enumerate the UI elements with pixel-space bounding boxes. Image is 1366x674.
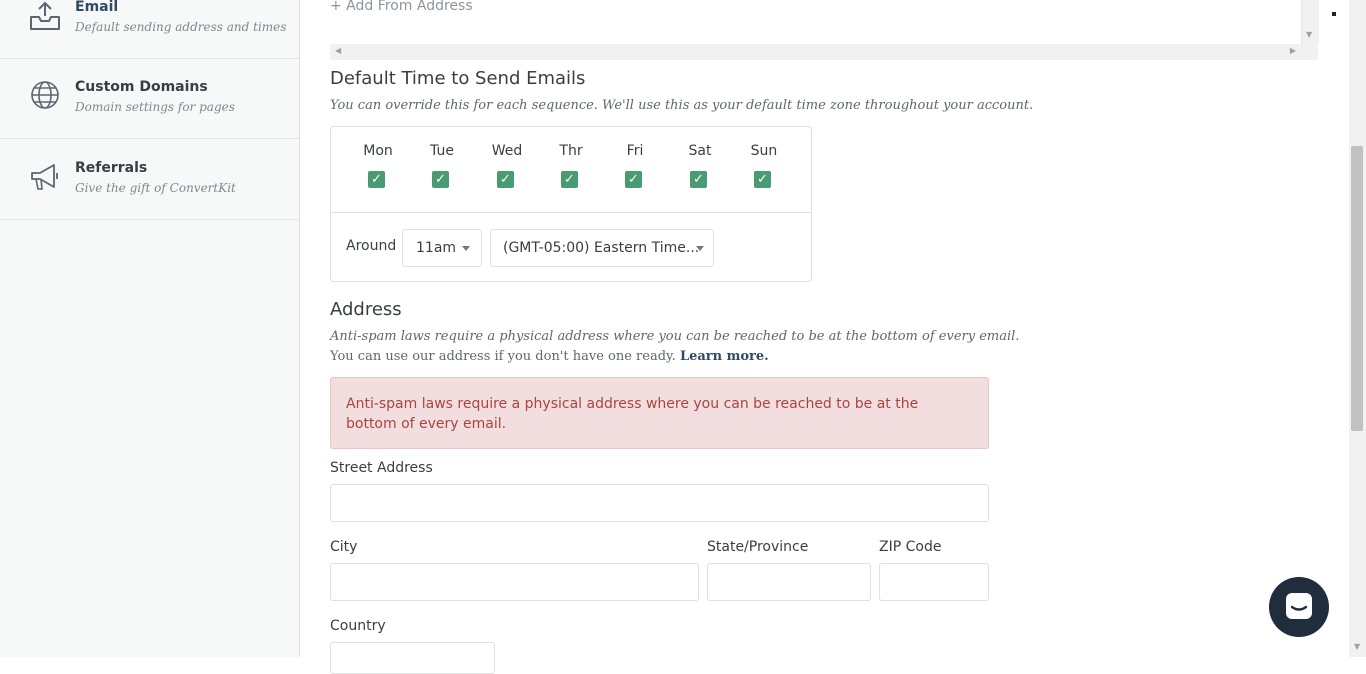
scroll-down-arrow-icon[interactable]: ▼	[1306, 30, 1312, 39]
page-scrollbar[interactable]: ▼	[1349, 0, 1366, 657]
sidebar-item-email[interactable]: Email Default sending address and times	[0, 0, 299, 59]
megaphone-icon	[31, 164, 58, 190]
send-time-note-text: You can override this for each sequence.…	[330, 98, 1034, 113]
learn-more-link[interactable]: Learn more.	[680, 349, 769, 364]
day-label-thr: Thr	[559, 143, 583, 159]
sidebar-item-label: Custom Domains	[75, 79, 208, 95]
add-from-address-link[interactable]: + Add From Address	[330, 0, 473, 14]
around-label: Around	[346, 238, 397, 254]
checkbox-mon[interactable]: ✓	[368, 171, 385, 188]
divider	[331, 212, 811, 213]
send-time-heading: Default Time to Send Emails	[330, 68, 586, 89]
day-label-mon: Mon	[363, 143, 393, 159]
scroll-down-arrow-icon[interactable]: ▼	[1354, 642, 1360, 651]
address-alert-text: Anti-spam laws require a physical addres…	[346, 396, 919, 432]
street-address-input[interactable]	[330, 484, 989, 522]
timezone-select-value: (GMT-05:00) Eastern Time...	[503, 240, 700, 256]
address-note-text-2: You can use our address if you don't hav…	[330, 349, 676, 364]
checkbox-sat[interactable]: ✓	[690, 171, 707, 188]
day-label-tue: Tue	[430, 143, 454, 159]
send-time-note: You can override this for each sequence.…	[330, 98, 1033, 113]
checkbox-thr[interactable]: ✓	[561, 171, 578, 188]
sidebar-item-subtitle: Default sending address and times	[75, 20, 287, 34]
day-label-sat: Sat	[688, 143, 712, 159]
day-label-wed: Wed	[491, 143, 523, 159]
address-note-line1: Anti-spam laws require a physical addres…	[330, 329, 1019, 344]
day-label-sun: Sun	[750, 143, 778, 159]
sidebar-item-subtitle: Give the gift of ConvertKit	[75, 181, 236, 195]
chat-icon	[1286, 593, 1312, 619]
checkbox-tue[interactable]: ✓	[432, 171, 449, 188]
zip-input[interactable]	[879, 563, 989, 601]
checkbox-wed[interactable]: ✓	[497, 171, 514, 188]
scroll-left-arrow-icon[interactable]: ◀	[335, 46, 341, 55]
settings-sidebar: Email Default sending address and times …	[0, 0, 300, 657]
checkbox-sun[interactable]: ✓	[754, 171, 771, 188]
street-address-label: Street Address	[330, 460, 433, 476]
address-note-text: Anti-spam laws require a physical addres…	[330, 329, 1020, 344]
inbox-upload-icon	[30, 1, 60, 30]
checkbox-fri[interactable]: ✓	[625, 171, 642, 188]
address-alert: Anti-spam laws require a physical addres…	[330, 377, 989, 449]
sidebar-item-label: Referrals	[75, 160, 148, 176]
chevron-down-icon	[462, 246, 470, 251]
state-input[interactable]	[707, 563, 871, 601]
scroll-right-arrow-icon[interactable]: ▶	[1290, 46, 1296, 55]
sidebar-item-subtitle: Domain settings for pages	[75, 100, 235, 114]
state-label: State/Province	[707, 539, 809, 555]
address-heading: Address	[330, 299, 402, 320]
sidebar-item-label: Email	[75, 0, 119, 15]
scrollbar-thumb[interactable]	[1351, 146, 1363, 431]
time-select[interactable]: 11am	[402, 229, 482, 267]
sidebar-item-referrals[interactable]: Referrals Give the gift of ConvertKit	[0, 139, 299, 220]
day-label-fri: Fri	[626, 143, 644, 159]
globe-icon	[31, 81, 59, 109]
timezone-select[interactable]: (GMT-05:00) Eastern Time...	[490, 229, 714, 267]
dot-marker	[1332, 12, 1336, 16]
inner-horizontal-scrollbar[interactable]: ◀ ▶	[330, 44, 1318, 60]
country-select[interactable]	[330, 642, 495, 674]
chat-launcher-button[interactable]	[1269, 577, 1329, 637]
city-label: City	[330, 539, 358, 555]
address-note-line2: You can use our address if you don't hav…	[330, 349, 769, 364]
zip-label: ZIP Code	[879, 539, 942, 555]
days-box: Mon Tue Wed Thr Fri Sat Sun ✓ ✓ ✓ ✓ ✓ ✓ …	[330, 126, 812, 282]
sidebar-item-custom-domains[interactable]: Custom Domains Domain settings for pages	[0, 58, 299, 139]
time-select-value: 11am	[416, 240, 457, 256]
country-label: Country	[330, 618, 386, 634]
chevron-down-icon	[696, 246, 704, 251]
city-input[interactable]	[330, 563, 699, 601]
inner-vertical-scrollbar[interactable]: ▼	[1301, 0, 1319, 44]
